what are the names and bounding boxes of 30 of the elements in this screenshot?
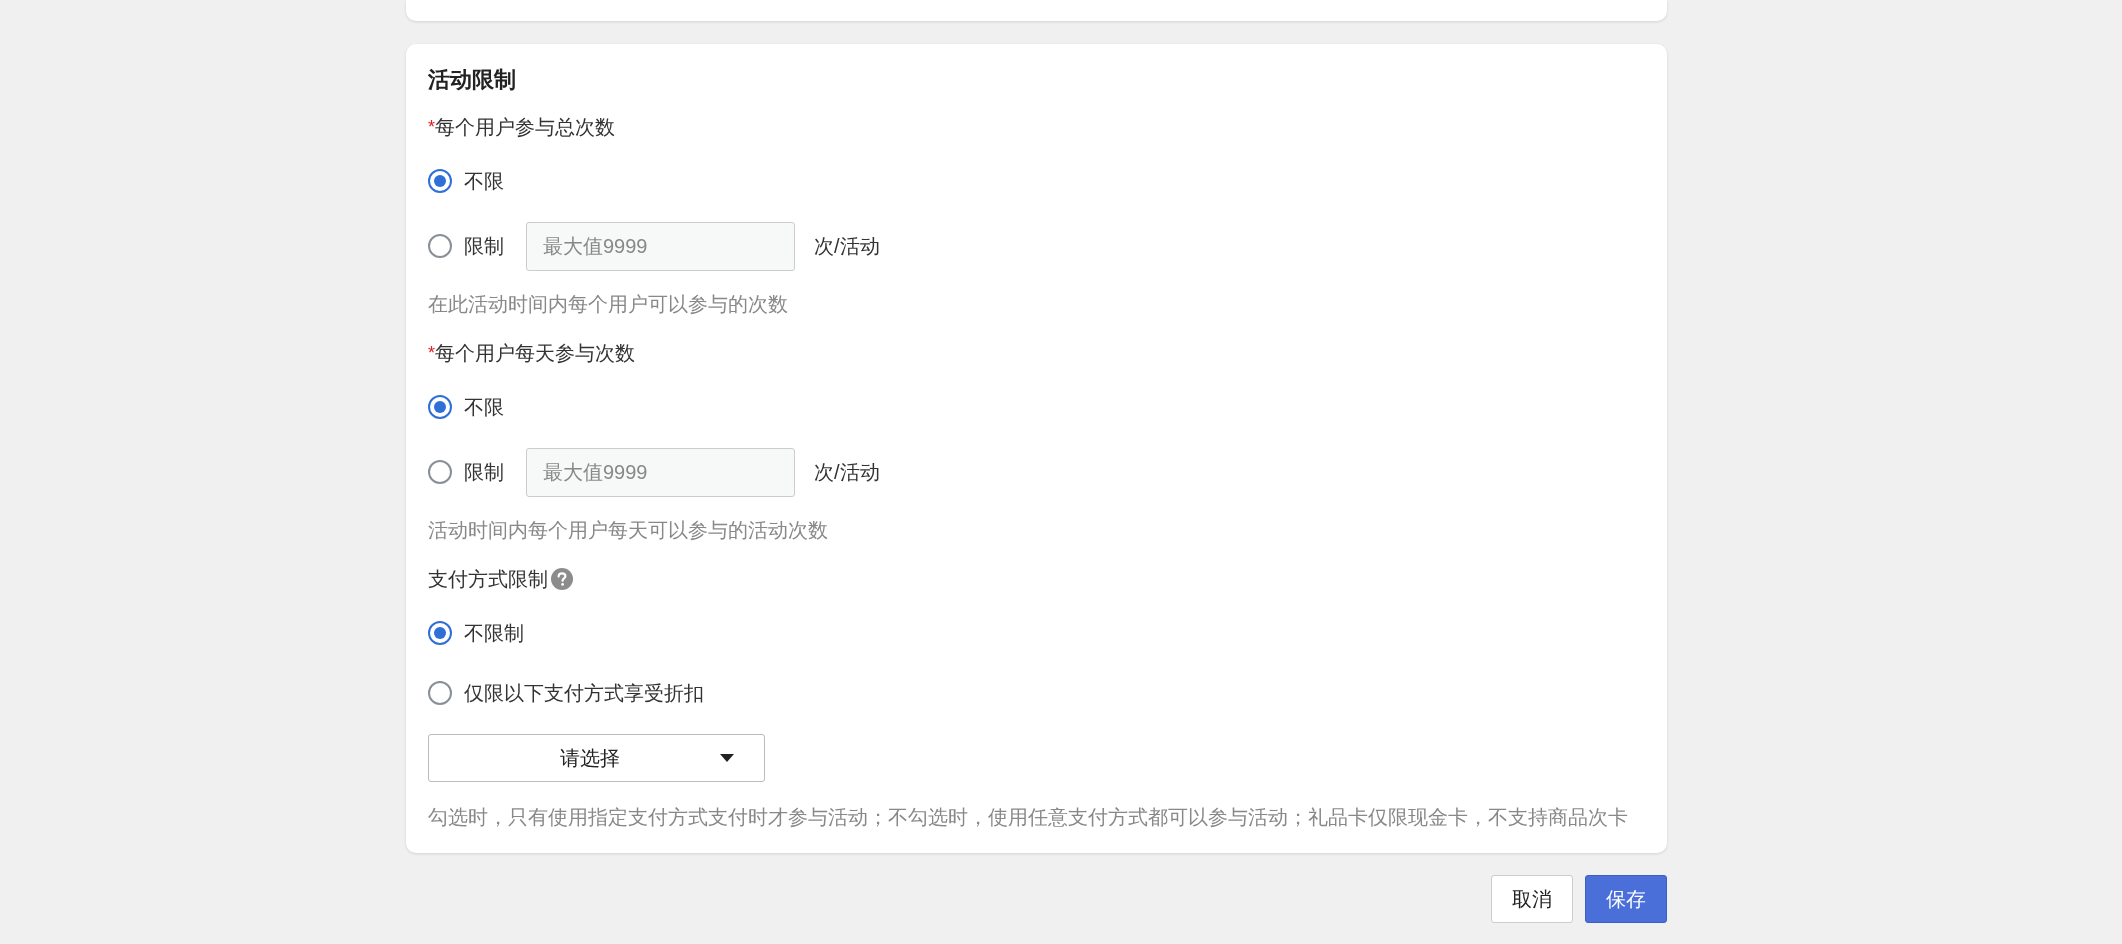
save-button[interactable]: 保存 [1585, 875, 1667, 923]
required-mark: * [428, 116, 435, 138]
radio-button[interactable] [428, 621, 452, 645]
field-label: 每个用户每天参与次数 [435, 340, 635, 366]
radio-option[interactable]: 限制 [428, 458, 504, 486]
max-value-input[interactable]: 最大值9999 [526, 221, 795, 271]
radio-button[interactable] [428, 234, 452, 258]
radio-button[interactable] [428, 460, 452, 484]
unit-label: 次/活动 [814, 233, 880, 259]
hint-text: 活动时间内每个用户每天可以参与的活动次数 [428, 518, 829, 543]
radio-option[interactable]: 不限 [428, 167, 504, 195]
radio-option[interactable]: 不限制 [428, 619, 524, 647]
radio-option[interactable]: 仅限以下支付方式享受折扣 [428, 679, 704, 707]
help-icon[interactable] [551, 568, 573, 590]
radio-button[interactable] [428, 169, 452, 193]
hint-text: 勾选时，只有使用指定支付方式支付时才参与活动；不勾选时，使用任意支付方式都可以参与活动；礼品卡仅限现金卡，不支持商品次卡 [428, 805, 1629, 830]
radio-button[interactable] [428, 681, 452, 705]
card-title: 活动限制 [428, 66, 517, 94]
caret-icon [720, 754, 734, 762]
required-mark: * [428, 342, 435, 364]
field-label: 每个用户参与总次数 [435, 114, 615, 140]
payment-method-dropdown[interactable]: 请选择 [428, 734, 765, 782]
hint-text: 在此活动时间内每个用户可以参与的次数 [428, 292, 789, 317]
field-label: 支付方式限制 [428, 566, 548, 592]
radio-option[interactable]: 不限 [428, 393, 504, 421]
unit-label: 次/活动 [814, 459, 880, 485]
max-value-input[interactable]: 最大值9999 [526, 447, 795, 497]
radio-option[interactable]: 限制 [428, 232, 504, 260]
cancel-button[interactable]: 取消 [1491, 875, 1573, 923]
radio-button[interactable] [428, 395, 452, 419]
